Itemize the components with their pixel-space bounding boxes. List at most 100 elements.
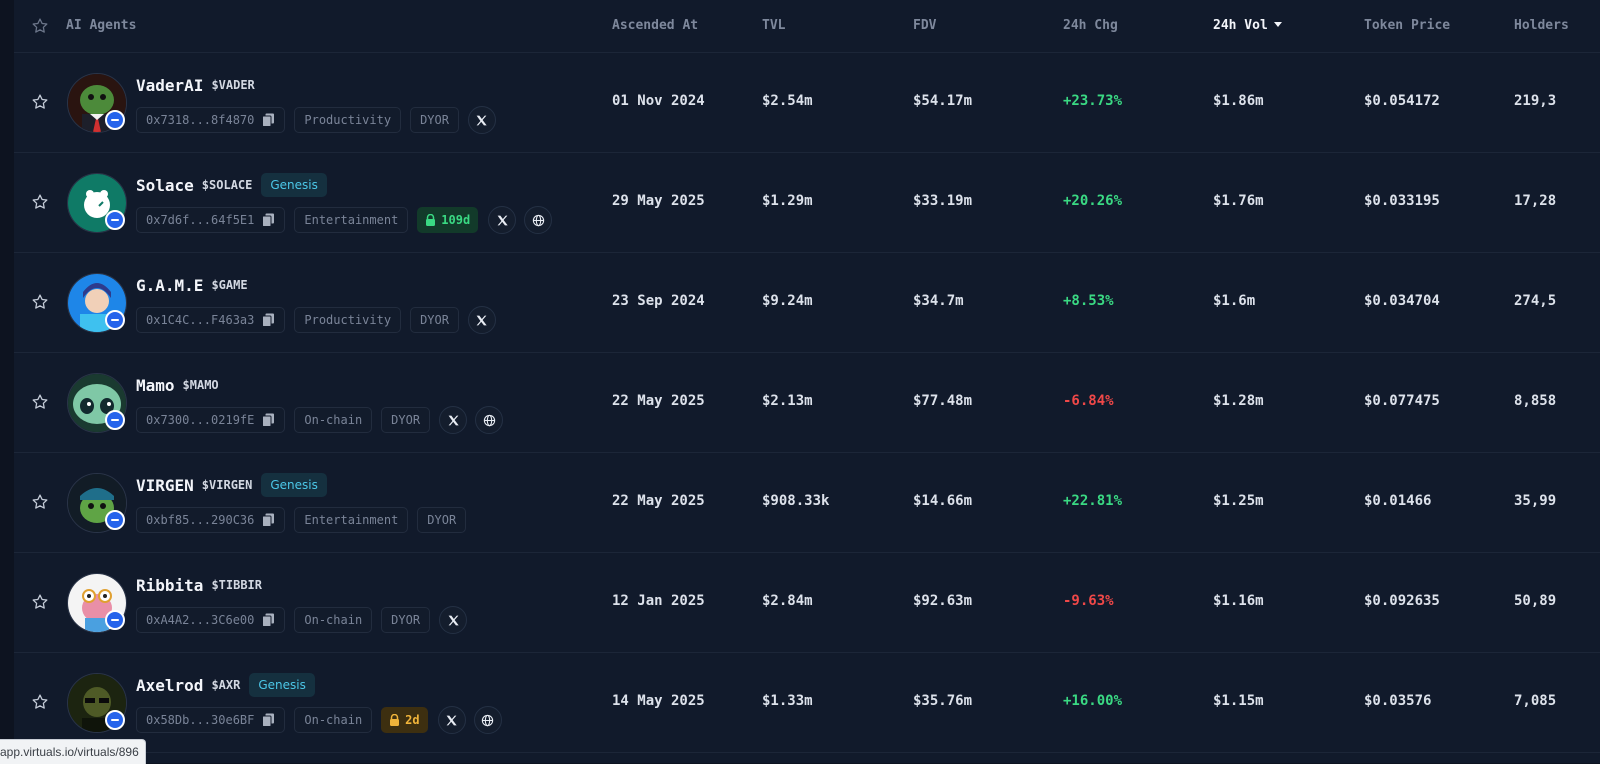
- x-social-icon[interactable]: [439, 406, 468, 434]
- volume-24h: $1.25m: [1213, 493, 1264, 509]
- copy-icon[interactable]: [262, 513, 275, 527]
- copy-icon[interactable]: [262, 213, 275, 227]
- table-row[interactable]: Solace $SOLACE Genesis 0x7d6f...64f5E1 E…: [14, 153, 1600, 253]
- category-tag[interactable]: On-chain: [294, 607, 373, 633]
- dyor-tag[interactable]: DYOR: [410, 107, 459, 133]
- tvl-value: $2.54m: [762, 93, 813, 109]
- copy-icon[interactable]: [262, 713, 275, 727]
- contract-address-pill[interactable]: 0x58Db...30e6BF: [136, 707, 286, 733]
- lock-period-badge: 109d: [417, 207, 479, 233]
- agent-name[interactable]: VIRGEN: [136, 476, 194, 495]
- x-social-icon[interactable]: [488, 206, 517, 234]
- contract-address: 0xA4A2...3C6e00: [146, 613, 255, 627]
- x-social-icon[interactable]: [467, 306, 496, 334]
- col-ai-agents[interactable]: AI Agents: [66, 18, 136, 33]
- ascended-at: 22 May 2025: [612, 493, 705, 509]
- volume-24h: $1.76m: [1213, 193, 1264, 209]
- ascended-at: 01 Nov 2024: [612, 93, 705, 109]
- globe-website-icon[interactable]: [473, 706, 502, 734]
- token-price: $0.033195: [1364, 193, 1440, 209]
- genesis-badge[interactable]: Genesis: [249, 673, 315, 697]
- x-social-icon[interactable]: [439, 606, 468, 634]
- col-ascended-at[interactable]: Ascended At: [612, 18, 698, 33]
- agent-ticker: $AXR: [211, 678, 241, 692]
- category-tag[interactable]: On-chain: [294, 707, 373, 733]
- copy-icon[interactable]: [262, 413, 275, 427]
- fdv-value: $92.63m: [913, 593, 973, 609]
- x-social-icon[interactable]: [467, 106, 496, 134]
- dyor-tag[interactable]: DYOR: [381, 607, 431, 633]
- agent-name[interactable]: Solace: [136, 176, 194, 195]
- volume-24h: $1.15m: [1213, 693, 1264, 709]
- ascended-at: 23 Sep 2024: [612, 293, 705, 309]
- change-24h: +8.53%: [1063, 293, 1114, 309]
- lock-icon: [390, 714, 400, 726]
- category-tag[interactable]: Productivity: [294, 307, 402, 333]
- holders-count: 17,28: [1514, 193, 1557, 209]
- token-price: $0.034704: [1364, 293, 1440, 309]
- contract-address-pill[interactable]: 0x1C4C...F463a3: [136, 307, 286, 333]
- table-row[interactable]: Mamo $MAMO 0x7300...0219fE On-chain DYOR…: [14, 353, 1600, 453]
- holders-count: 8,858: [1514, 393, 1557, 409]
- globe-website-icon[interactable]: [475, 406, 504, 434]
- table-row[interactable]: VIRGEN $VIRGEN Genesis 0xbf85...290C36 E…: [14, 453, 1600, 553]
- category-tag[interactable]: Productivity: [294, 107, 402, 133]
- favorite-star-icon[interactable]: [31, 693, 49, 711]
- change-24h: -9.63%: [1063, 593, 1114, 609]
- token-price: $0.054172: [1364, 93, 1440, 109]
- verified-badge-icon: [105, 510, 125, 530]
- genesis-badge[interactable]: Genesis: [261, 173, 327, 197]
- table-row[interactable]: VaderAI $VADER 0x7318...8f4870 Productiv…: [14, 53, 1600, 153]
- col-token-price[interactable]: Token Price: [1364, 18, 1450, 33]
- genesis-badge[interactable]: Genesis: [261, 473, 327, 497]
- change-24h: +16.00%: [1063, 693, 1123, 709]
- favorite-star-icon[interactable]: [31, 493, 49, 511]
- favorite-star-icon[interactable]: [31, 193, 49, 211]
- contract-address: 0x7318...8f4870: [146, 113, 255, 127]
- agent-ticker: $TIBBIR: [211, 578, 263, 592]
- tvl-value: $908.33k: [762, 493, 830, 509]
- copy-icon[interactable]: [262, 613, 275, 627]
- table-row[interactable]: Ribbita $TIBBIR 0xA4A2...3C6e00 On-chain…: [14, 553, 1600, 653]
- favorite-star-icon[interactable]: [31, 293, 49, 311]
- contract-address-pill[interactable]: 0xA4A2...3C6e00: [136, 607, 286, 633]
- dyor-tag[interactable]: DYOR: [381, 407, 431, 433]
- agent-name[interactable]: Mamo: [136, 376, 175, 395]
- holders-count: 274,5: [1514, 293, 1557, 309]
- favorite-star-icon[interactable]: [31, 93, 49, 111]
- category-tag[interactable]: Entertainment: [294, 507, 409, 533]
- tvl-value: $1.33m: [762, 693, 813, 709]
- contract-address-pill[interactable]: 0x7300...0219fE: [136, 407, 286, 433]
- contract-address-pill[interactable]: 0x7318...8f4870: [136, 107, 286, 133]
- favorite-all-star-icon[interactable]: [31, 17, 49, 35]
- agent-name[interactable]: Axelrod: [136, 676, 203, 695]
- category-tag[interactable]: On-chain: [294, 407, 373, 433]
- agent-ticker: $MAMO: [182, 378, 219, 392]
- contract-address-pill[interactable]: 0xbf85...290C36: [136, 507, 286, 533]
- table-row[interactable]: G.A.M.E $GAME 0x1C4C...F463a3 Productivi…: [14, 253, 1600, 353]
- favorite-star-icon[interactable]: [31, 593, 49, 611]
- category-tag[interactable]: Entertainment: [294, 207, 409, 233]
- tvl-value: $2.84m: [762, 593, 813, 609]
- copy-icon[interactable]: [262, 113, 275, 127]
- contract-address-pill[interactable]: 0x7d6f...64f5E1: [136, 207, 286, 233]
- volume-24h: $1.16m: [1213, 593, 1264, 609]
- copy-icon[interactable]: [262, 313, 275, 327]
- dyor-tag[interactable]: DYOR: [417, 507, 467, 533]
- x-social-icon[interactable]: [437, 706, 466, 734]
- verified-badge-icon: [105, 410, 125, 430]
- holders-count: 35,99: [1514, 493, 1557, 509]
- col-holders[interactable]: Holders: [1514, 18, 1569, 33]
- col-24h-chg[interactable]: 24h Chg: [1063, 18, 1118, 33]
- table-row[interactable]: Axelrod $AXR Genesis 0x58Db...30e6BF On-…: [14, 653, 1600, 753]
- dyor-tag[interactable]: DYOR: [410, 307, 459, 333]
- col-fdv[interactable]: FDV: [913, 18, 936, 33]
- globe-website-icon[interactable]: [524, 206, 553, 234]
- agent-name[interactable]: VaderAI: [136, 76, 203, 95]
- col-tvl[interactable]: TVL: [762, 18, 785, 33]
- agent-name[interactable]: Ribbita: [136, 576, 203, 595]
- contract-address: 0x1C4C...F463a3: [146, 313, 255, 327]
- agent-name[interactable]: G.A.M.E: [136, 276, 203, 295]
- col-24h-vol[interactable]: 24h Vol: [1213, 18, 1282, 33]
- favorite-star-icon[interactable]: [31, 393, 49, 411]
